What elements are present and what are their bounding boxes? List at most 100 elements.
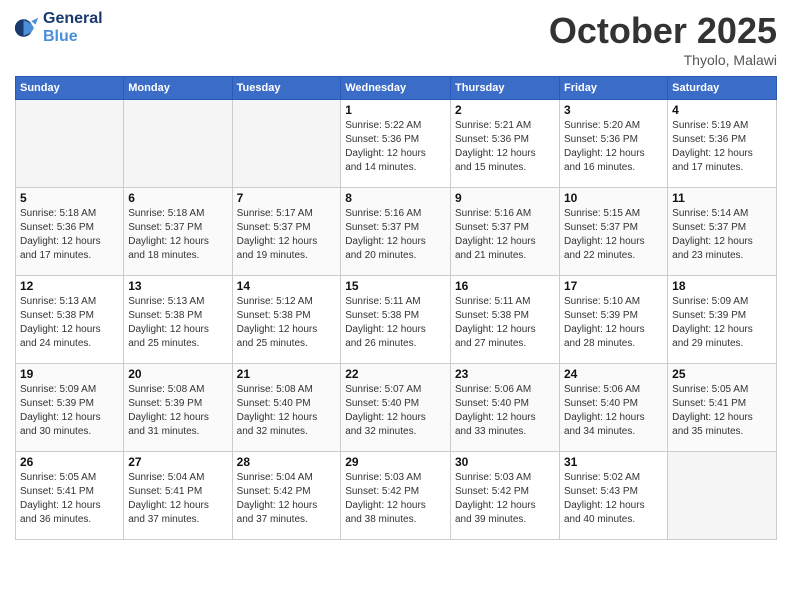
calendar-week-row: 12Sunrise: 5:13 AM Sunset: 5:38 PM Dayli… bbox=[16, 276, 777, 364]
day-number: 20 bbox=[128, 367, 227, 381]
day-info: Sunrise: 5:05 AM Sunset: 5:41 PM Dayligh… bbox=[672, 383, 772, 439]
logo: General Blue bbox=[15, 10, 103, 45]
day-info: Sunrise: 5:13 AM Sunset: 5:38 PM Dayligh… bbox=[128, 295, 227, 351]
calendar-cell: 16Sunrise: 5:11 AM Sunset: 5:38 PM Dayli… bbox=[451, 276, 560, 364]
calendar-cell: 13Sunrise: 5:13 AM Sunset: 5:38 PM Dayli… bbox=[124, 276, 232, 364]
calendar-cell: 28 Sunrise: 5:04 AM Sunset: 5:42 PM Dayli… bbox=[232, 452, 341, 540]
calendar-cell: 31Sunrise: 5:02 AM Sunset: 5:43 PM Dayli… bbox=[559, 452, 667, 540]
calendar-cell: 27Sunrise: 5:04 AM Sunset: 5:41 PM Dayli… bbox=[124, 452, 232, 540]
day-info: Sunrise: 5:06 AM Sunset: 5:40 PM Dayligh… bbox=[564, 383, 663, 439]
day-info: Sunrise: 5:09 AM Sunset: 5:39 PM Dayligh… bbox=[20, 383, 119, 439]
calendar-cell bbox=[232, 100, 341, 188]
calendar-table: SundayMondayTuesdayWednesdayThursdayFrid… bbox=[15, 76, 777, 540]
day-info: Sunrise: 5:21 AM Sunset: 5:36 PM Dayligh… bbox=[455, 119, 555, 175]
weekday-header-row: SundayMondayTuesdayWednesdayThursdayFrid… bbox=[16, 77, 777, 100]
weekday-header-tuesday: Tuesday bbox=[232, 77, 341, 100]
day-number: 5 bbox=[20, 191, 119, 205]
day-number: 9 bbox=[455, 191, 555, 205]
calendar-cell: 29 Sunrise: 5:03 AM Sunset: 5:42 PM Dayli… bbox=[341, 452, 451, 540]
weekday-header-friday: Friday bbox=[559, 77, 667, 100]
calendar-cell: 21 Sunrise: 5:08 AM Sunset: 5:40 PM Dayli… bbox=[232, 364, 341, 452]
day-info: Sunrise: 5:05 AM Sunset: 5:41 PM Dayligh… bbox=[20, 471, 119, 527]
calendar-cell: 15 Sunrise: 5:11 AM Sunset: 5:38 PM Dayli… bbox=[341, 276, 451, 364]
logo-text: General Blue bbox=[43, 10, 103, 45]
calendar-cell: 2 Sunrise: 5:21 AM Sunset: 5:36 PM Daylig… bbox=[451, 100, 560, 188]
day-info: Sunrise: 5:06 AM Sunset: 5:40 PM Dayligh… bbox=[455, 383, 555, 439]
weekday-header-saturday: Saturday bbox=[668, 77, 777, 100]
weekday-header-monday: Monday bbox=[124, 77, 232, 100]
calendar-cell bbox=[668, 452, 777, 540]
calendar-cell: 20 Sunrise: 5:08 AM Sunset: 5:39 PM Dayli… bbox=[124, 364, 232, 452]
month-title: October 2025 bbox=[549, 10, 777, 52]
day-number: 23 bbox=[455, 367, 555, 381]
day-number: 18 bbox=[672, 279, 772, 293]
day-info: Sunrise: 5:07 AM Sunset: 5:40 PM Dayligh… bbox=[345, 383, 446, 439]
day-info: Sunrise: 5:20 AM Sunset: 5:36 PM Dayligh… bbox=[564, 119, 663, 175]
day-info: Sunrise: 5:03 AM Sunset: 5:42 PM Dayligh… bbox=[345, 471, 446, 527]
calendar-cell: 19 Sunrise: 5:09 AM Sunset: 5:39 PM Dayli… bbox=[16, 364, 124, 452]
calendar-cell: 7 Sunrise: 5:17 AM Sunset: 5:37 PM Daylig… bbox=[232, 188, 341, 276]
day-number: 7 bbox=[237, 191, 337, 205]
day-number: 4 bbox=[672, 103, 772, 117]
calendar-cell: 1 Sunrise: 5:22 AM Sunset: 5:36 PM Daylig… bbox=[341, 100, 451, 188]
day-info: Sunrise: 5:13 AM Sunset: 5:38 PM Dayligh… bbox=[20, 295, 119, 351]
calendar-week-row: 1 Sunrise: 5:22 AM Sunset: 5:36 PM Daylig… bbox=[16, 100, 777, 188]
calendar-cell: 22 Sunrise: 5:07 AM Sunset: 5:40 PM Dayli… bbox=[341, 364, 451, 452]
day-number: 3 bbox=[564, 103, 663, 117]
weekday-header-wednesday: Wednesday bbox=[341, 77, 451, 100]
calendar-cell bbox=[16, 100, 124, 188]
calendar-week-row: 5 Sunrise: 5:18 AM Sunset: 5:36 PM Daylig… bbox=[16, 188, 777, 276]
day-info: Sunrise: 5:12 AM Sunset: 5:38 PM Dayligh… bbox=[237, 295, 337, 351]
day-number: 19 bbox=[20, 367, 119, 381]
day-info: Sunrise: 5:18 AM Sunset: 5:37 PM Dayligh… bbox=[128, 207, 227, 263]
day-number: 26 bbox=[20, 455, 119, 469]
day-number: 25 bbox=[672, 367, 772, 381]
calendar-cell: 23 Sunrise: 5:06 AM Sunset: 5:40 PM Dayli… bbox=[451, 364, 560, 452]
day-info: Sunrise: 5:08 AM Sunset: 5:40 PM Dayligh… bbox=[237, 383, 337, 439]
day-number: 15 bbox=[345, 279, 446, 293]
day-info: Sunrise: 5:11 AM Sunset: 5:38 PM Dayligh… bbox=[345, 295, 446, 351]
day-info: Sunrise: 5:16 AM Sunset: 5:37 PM Dayligh… bbox=[345, 207, 446, 263]
day-info: Sunrise: 5:16 AM Sunset: 5:37 PM Dayligh… bbox=[455, 207, 555, 263]
day-number: 2 bbox=[455, 103, 555, 117]
day-number: 29 bbox=[345, 455, 446, 469]
day-info: Sunrise: 5:15 AM Sunset: 5:37 PM Dayligh… bbox=[564, 207, 663, 263]
location-subtitle: Thyolo, Malawi bbox=[549, 52, 777, 68]
calendar-cell: 9 Sunrise: 5:16 AM Sunset: 5:37 PM Daylig… bbox=[451, 188, 560, 276]
calendar-cell: 6Sunrise: 5:18 AM Sunset: 5:37 PM Daylig… bbox=[124, 188, 232, 276]
calendar-cell: 5 Sunrise: 5:18 AM Sunset: 5:36 PM Daylig… bbox=[16, 188, 124, 276]
day-info: Sunrise: 5:22 AM Sunset: 5:36 PM Dayligh… bbox=[345, 119, 446, 175]
calendar-cell: 10Sunrise: 5:15 AM Sunset: 5:37 PM Dayli… bbox=[559, 188, 667, 276]
calendar-cell: 25 Sunrise: 5:05 AM Sunset: 5:41 PM Dayli… bbox=[668, 364, 777, 452]
day-number: 22 bbox=[345, 367, 446, 381]
calendar-cell: 17Sunrise: 5:10 AM Sunset: 5:39 PM Dayli… bbox=[559, 276, 667, 364]
day-number: 24 bbox=[564, 367, 663, 381]
calendar-cell: 24 Sunrise: 5:06 AM Sunset: 5:40 PM Dayli… bbox=[559, 364, 667, 452]
day-info: Sunrise: 5:19 AM Sunset: 5:36 PM Dayligh… bbox=[672, 119, 772, 175]
day-info: Sunrise: 5:14 AM Sunset: 5:37 PM Dayligh… bbox=[672, 207, 772, 263]
day-info: Sunrise: 5:04 AM Sunset: 5:42 PM Dayligh… bbox=[237, 471, 337, 527]
day-number: 21 bbox=[237, 367, 337, 381]
day-number: 16 bbox=[455, 279, 555, 293]
calendar-cell: 12Sunrise: 5:13 AM Sunset: 5:38 PM Dayli… bbox=[16, 276, 124, 364]
logo-icon bbox=[15, 16, 39, 40]
day-info: Sunrise: 5:09 AM Sunset: 5:39 PM Dayligh… bbox=[672, 295, 772, 351]
day-info: Sunrise: 5:17 AM Sunset: 5:37 PM Dayligh… bbox=[237, 207, 337, 263]
calendar-cell: 26 Sunrise: 5:05 AM Sunset: 5:41 PM Dayli… bbox=[16, 452, 124, 540]
weekday-header-thursday: Thursday bbox=[451, 77, 560, 100]
weekday-header-sunday: Sunday bbox=[16, 77, 124, 100]
page: General Blue October 2025 Thyolo, Malawi… bbox=[0, 0, 792, 612]
day-number: 27 bbox=[128, 455, 227, 469]
calendar-cell: 8Sunrise: 5:16 AM Sunset: 5:37 PM Daylig… bbox=[341, 188, 451, 276]
day-info: Sunrise: 5:10 AM Sunset: 5:39 PM Dayligh… bbox=[564, 295, 663, 351]
calendar-cell: 3 Sunrise: 5:20 AM Sunset: 5:36 PM Daylig… bbox=[559, 100, 667, 188]
calendar-cell bbox=[124, 100, 232, 188]
day-number: 1 bbox=[345, 103, 446, 117]
title-block: October 2025 Thyolo, Malawi bbox=[549, 10, 777, 68]
day-number: 11 bbox=[672, 191, 772, 205]
day-number: 28 bbox=[237, 455, 337, 469]
calendar-cell: 30Sunrise: 5:03 AM Sunset: 5:42 PM Dayli… bbox=[451, 452, 560, 540]
day-info: Sunrise: 5:03 AM Sunset: 5:42 PM Dayligh… bbox=[455, 471, 555, 527]
day-info: Sunrise: 5:08 AM Sunset: 5:39 PM Dayligh… bbox=[128, 383, 227, 439]
day-info: Sunrise: 5:18 AM Sunset: 5:36 PM Dayligh… bbox=[20, 207, 119, 263]
